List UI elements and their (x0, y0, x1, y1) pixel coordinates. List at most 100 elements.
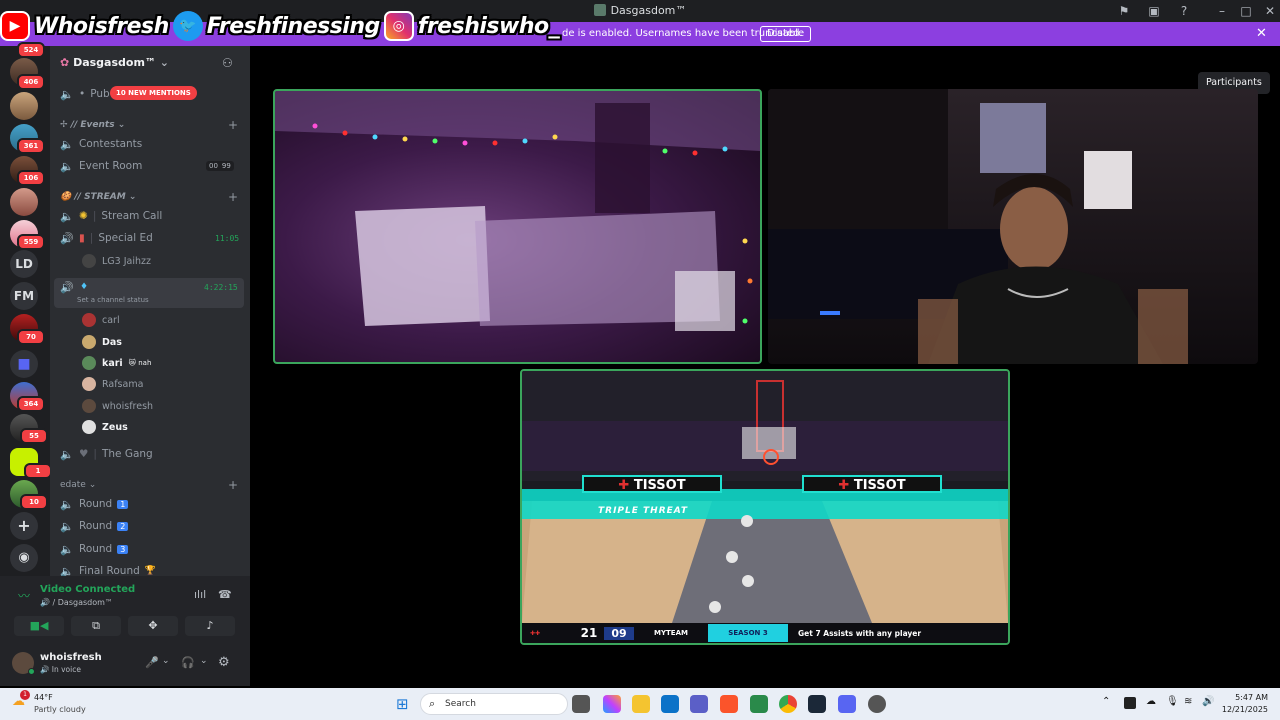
tray-mic-icon[interactable]: 🎙 (1166, 696, 1179, 707)
server-icon[interactable] (10, 92, 38, 120)
discover-icon[interactable]: ◉ (10, 544, 38, 572)
add-server-icon[interactable]: + (10, 512, 38, 540)
user-name: Das (102, 336, 122, 348)
user-name[interactable]: whoisfresh (40, 652, 102, 663)
connection-status[interactable]: Video Connected (40, 584, 135, 595)
file-explorer-icon[interactable] (632, 695, 650, 713)
game-clock: 09 (604, 626, 634, 640)
new-mentions-pill[interactable]: 10 NEW MENTIONS (110, 86, 197, 100)
weather-temp[interactable]: 44°F (34, 693, 53, 702)
signal-icon[interactable]: 〰 (18, 587, 30, 604)
voice-user[interactable]: kari 😿 nah (82, 353, 151, 373)
connection-server[interactable]: 🔊 / Dasgasdom™ (40, 598, 113, 607)
disable-button[interactable]: Disable (760, 26, 812, 42)
folder-icon[interactable]: ■ (10, 350, 38, 378)
noise-suppression-icon[interactable]: ılıl (194, 588, 206, 601)
discord-icon[interactable] (838, 695, 856, 713)
sponsor-text: TISSOT (853, 478, 906, 493)
voice-user[interactable]: Rafsama (82, 374, 143, 394)
voice-user[interactable]: Zeus (82, 417, 128, 437)
tray-cloud-icon[interactable]: ☁ (1146, 696, 1156, 707)
channel-label: Contestants (79, 138, 143, 150)
chevron-down-icon[interactable]: ⌄ (162, 656, 170, 666)
inbox-icon[interactable]: ⚑ (1116, 3, 1132, 19)
settings-gear-icon[interactable]: ⚙ (218, 655, 230, 670)
help-icon[interactable]: ? (1176, 3, 1192, 19)
wifi-icon[interactable]: ≋ (1184, 696, 1192, 707)
steam-icon[interactable] (808, 695, 826, 713)
brave-icon[interactable] (720, 695, 738, 713)
screen-share-button[interactable]: ⧉ (71, 616, 121, 636)
maximize-icon[interactable]: □ (1238, 3, 1254, 19)
chevron-up-icon[interactable]: ⌃ (1102, 696, 1110, 707)
video-tile-room[interactable] (273, 89, 762, 364)
invite-user-icon[interactable]: ⚇ (222, 56, 233, 70)
server-fm[interactable]: FM (10, 282, 38, 310)
windows-start-icon[interactable]: ⊞ (396, 695, 409, 713)
category-stream[interactable]: 🍪 // STREAM ⌄ (60, 192, 136, 202)
unread-badge: 364 (17, 396, 45, 412)
clock-time[interactable]: 5:47 AM (1226, 693, 1268, 702)
settings-icon[interactable] (868, 695, 886, 713)
channel-contestants[interactable]: 🔈 Contestants (58, 134, 244, 154)
unread-badge: 1 (24, 463, 52, 479)
twitter-name: Freshfinessing (206, 13, 380, 39)
server-ld[interactable]: LD (10, 250, 38, 278)
video-stage: Participants ✚ TISSOT ✚ TISSOT TRIPLE TH… (250, 46, 1280, 686)
diamond-icon: ♦ (80, 282, 89, 292)
camera-button[interactable]: ■◀ (14, 616, 64, 636)
chrome-icon[interactable] (779, 695, 797, 713)
channel-round-1[interactable]: 🔈 Round 1 (58, 494, 244, 514)
screen-icon[interactable]: ▣ (1146, 3, 1162, 19)
weather-desc[interactable]: Partly cloudy (34, 705, 86, 714)
mic-icon[interactable]: 🎤 (145, 656, 159, 669)
task-view-icon[interactable] (572, 695, 590, 713)
channel-round-3[interactable]: 🔈 Round 3 (58, 539, 244, 559)
trophy-icon: 🏆 (144, 566, 156, 576)
active-channel[interactable]: 🔊 ♦ 4:22:15 Set a channel status (54, 278, 244, 308)
soundboard-button[interactable]: ♪ (185, 616, 235, 636)
instagram-icon: ◎ (383, 11, 414, 41)
activities-button[interactable]: ✥ (128, 616, 178, 636)
channel-final-round[interactable]: 🔈 Final Round 🏆 (58, 561, 244, 577)
disconnect-icon[interactable]: ☎ (218, 588, 232, 601)
speaker-icon: 🔊 (40, 598, 50, 607)
user-status: 🔊 In voice (40, 665, 81, 674)
search-box[interactable]: ⌕ Search (420, 693, 568, 715)
video-tile-camera[interactable] (768, 89, 1258, 364)
minimize-icon[interactable]: – (1214, 3, 1230, 19)
category-edate[interactable]: edate ⌄ (60, 480, 96, 490)
set-status-link[interactable]: Set a channel status (77, 296, 149, 304)
channel-the-gang[interactable]: 🔈 ♥ | The Gang (58, 444, 244, 464)
channel-timer: 4:22:15 (204, 283, 238, 292)
voice-user[interactable]: whoisfresh (82, 396, 153, 416)
teams-icon[interactable] (690, 695, 708, 713)
app-icon[interactable] (750, 695, 768, 713)
server-emoji-icon: ✿ (60, 56, 70, 69)
category-events[interactable]: ✢ // Events ⌄ (60, 120, 125, 130)
speaker-icon: 🔈 (60, 542, 74, 556)
close-window-icon[interactable]: ✕ (1262, 3, 1278, 19)
channel-round-2[interactable]: 🔈 Round 2 (58, 516, 244, 536)
server-header[interactable]: ✿ Dasgasdom™ ⌄ (60, 56, 169, 69)
channel-label: Stream Call (101, 210, 163, 222)
headphones-icon[interactable]: 🎧 (181, 656, 195, 669)
avatar (82, 313, 96, 327)
chevron-down-icon[interactable]: ⌄ (200, 656, 208, 666)
close-notice-icon[interactable]: ✕ (1256, 26, 1267, 41)
voice-user[interactable]: Das (82, 332, 122, 352)
volume-icon[interactable]: 🔊 (1202, 696, 1214, 707)
copilot-icon[interactable] (603, 695, 621, 713)
add-channel-icon[interactable]: + (228, 118, 238, 132)
voice-user[interactable]: LG3 Jaihzz (82, 251, 151, 271)
add-channel-icon[interactable]: + (228, 190, 238, 204)
video-tile-game[interactable]: ✚ TISSOT ✚ TISSOT TRIPLE THREAT ✚✚ 21 09… (520, 369, 1010, 645)
channel-stream-call[interactable]: 🔈 ✺ | Stream Call (58, 206, 244, 226)
add-channel-icon[interactable]: + (228, 478, 238, 492)
server-icon[interactable] (10, 188, 38, 216)
tray-app-icon[interactable] (1124, 697, 1136, 709)
store-icon[interactable] (661, 695, 679, 713)
voice-user[interactable]: carl (82, 310, 120, 330)
team-logo-icon: ✚✚ (530, 629, 541, 637)
clock-date[interactable]: 12/21/2025 (1218, 705, 1268, 714)
